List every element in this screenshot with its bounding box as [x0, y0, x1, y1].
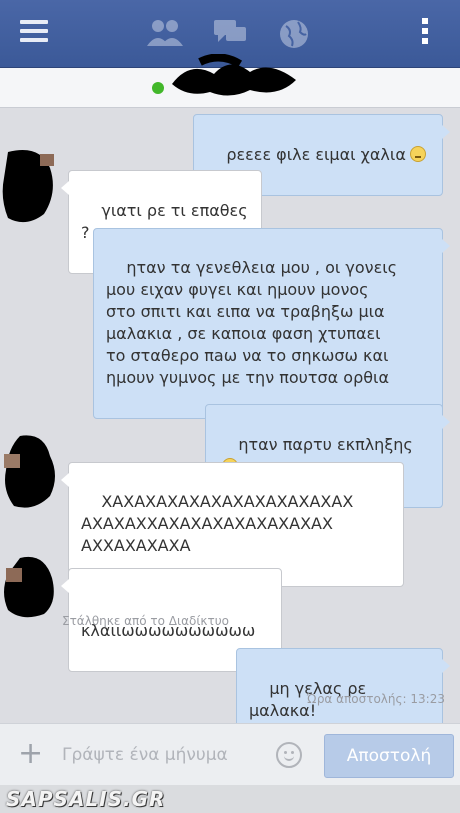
disappointed-emoji-icon: [409, 146, 426, 162]
globe-icon[interactable]: [278, 18, 310, 50]
avatar: [4, 556, 54, 618]
chat-thread: ρεεεε φιλε ειμαι χαλια γιατι ρε τι επαθε…: [0, 108, 460, 752]
more-icon[interactable]: [422, 18, 430, 48]
watermark-strip: SAPSALIS.GR: [0, 785, 460, 813]
message-composer: + Αποστολή: [0, 723, 460, 785]
message-bubble-outgoing: ηταν τα γενεθλεια μου , οι γονεις μου ει…: [93, 228, 450, 419]
add-attachment-icon[interactable]: +: [18, 739, 43, 769]
avatar: [4, 435, 55, 508]
menu-icon[interactable]: [20, 20, 48, 44]
friends-icon[interactable]: [146, 18, 184, 48]
message-text: ηταν παρτυ εκπληξης: [238, 435, 413, 454]
message-text: ρεεεε φιλε ειμαι χαλια: [226, 145, 406, 164]
messages-icon[interactable]: [212, 18, 248, 48]
sent-via-label: Στάλθηκε από το Διαδίκτυο: [62, 614, 229, 628]
redacted-name-scribble: [172, 54, 296, 96]
message-text: ΧΑΧΑΧΑΧΑΧΑΧΑΧΑΧΑΧΑΧΑΧΑΧ ΑΧΑΧΑΧΧΑΧΑΧΑΧΑΧΑ…: [81, 492, 354, 555]
emoji-icon[interactable]: [276, 742, 302, 768]
watermark-logo: SAPSALIS.GR: [6, 787, 166, 811]
avatar: [2, 150, 54, 223]
online-status-icon: [152, 82, 164, 94]
message-input[interactable]: [62, 736, 262, 774]
message-text: ηταν τα γενεθλεια μου , οι γονεις μου ει…: [106, 258, 398, 387]
send-button[interactable]: Αποστολή: [324, 734, 454, 778]
send-time-label: Ώρα αποστολής: 13:23: [306, 692, 445, 706]
